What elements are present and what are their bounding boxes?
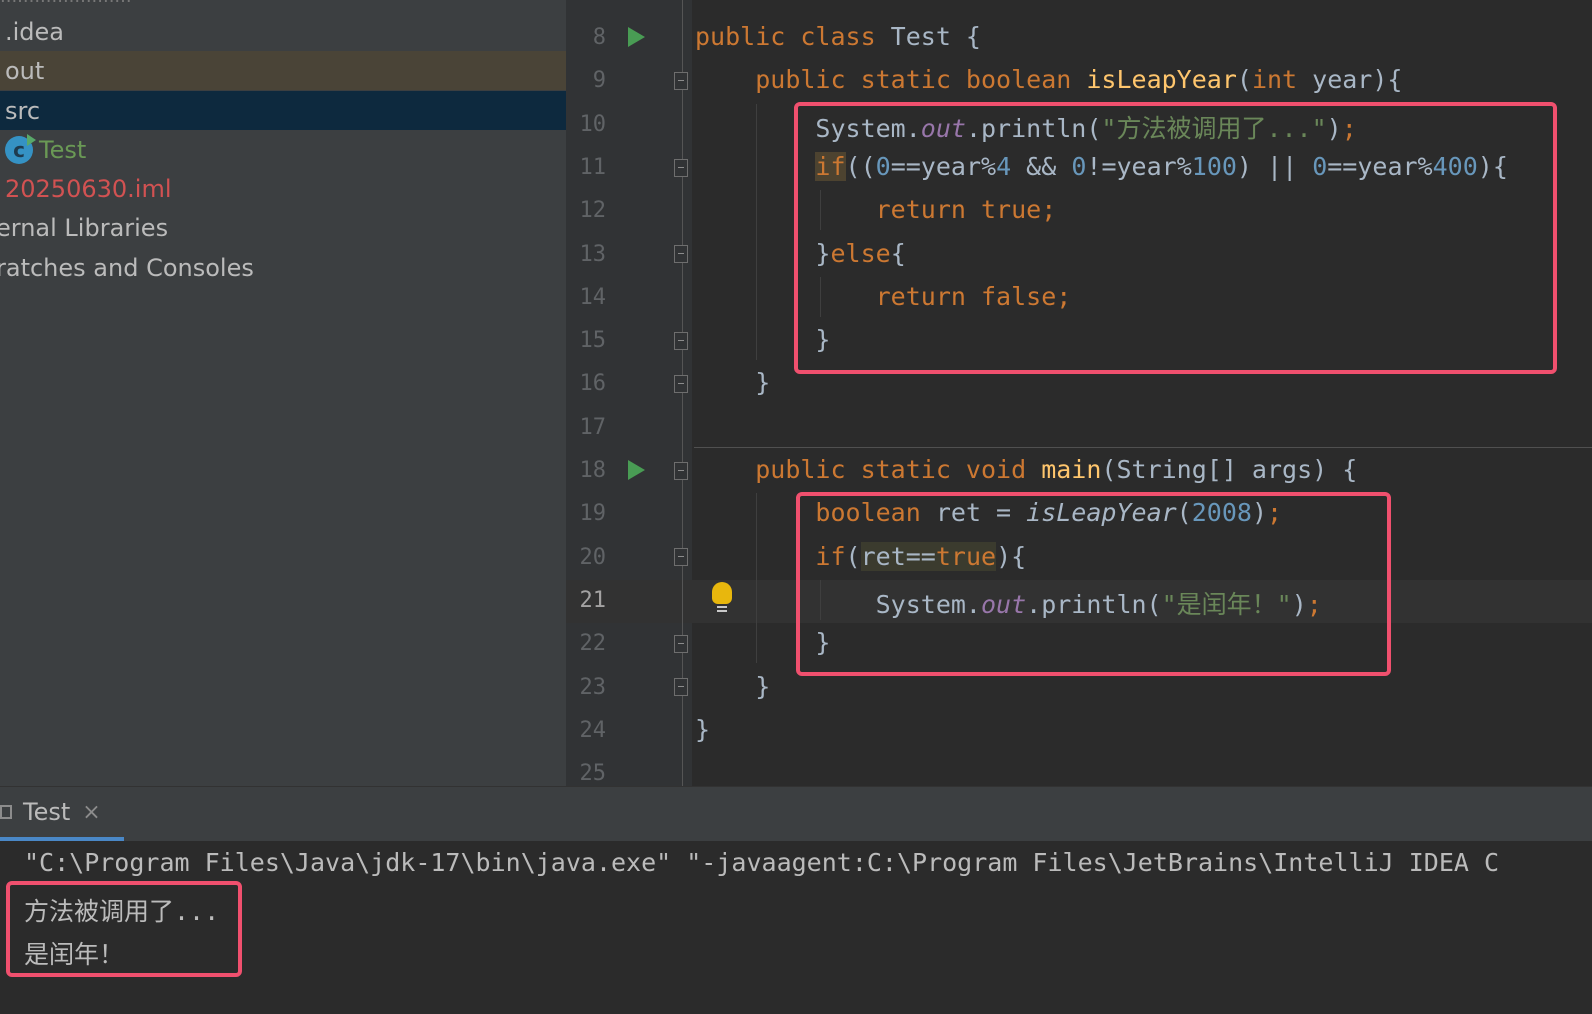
code-text: } — [695, 368, 770, 397]
line-number: 8 — [592, 25, 606, 50]
code-text: public class Test { — [695, 22, 981, 51]
line-number: 19 — [579, 501, 607, 527]
fold-icon[interactable] — [674, 678, 688, 696]
tree-item-label: Test — [39, 135, 87, 164]
line-number: 20 — [579, 544, 607, 570]
code-token: public static boolean — [755, 65, 1087, 95]
run-class-icon[interactable] — [628, 27, 645, 47]
fold-icon[interactable] — [674, 159, 688, 177]
tree-item-iml[interactable]: 20250630.iml — [0, 169, 566, 208]
java-class-icon: c — [5, 133, 36, 164]
line-number: 12 — [579, 198, 607, 224]
code-token: Test { — [890, 22, 981, 51]
annotation-box-output — [6, 881, 242, 977]
console-icon — [0, 805, 12, 819]
tree-item-label: out — [5, 56, 45, 85]
lightbulb-icon[interactable] — [712, 582, 732, 612]
line-number: 17 — [579, 414, 607, 440]
code-text: public static void main(String[] args) { — [695, 455, 1357, 484]
line-number: 23 — [579, 674, 607, 700]
code-token: main — [1041, 455, 1102, 484]
line-number: 9 — [592, 68, 606, 94]
tree-item-scratches[interactable]: ratches and Consoles — [0, 248, 566, 287]
code-token: } — [695, 368, 771, 398]
tree-item-test-class[interactable]: c Test — [0, 130, 566, 169]
tree-item-label: 20250630.iml — [5, 174, 172, 203]
code-line[interactable]: 17 — [566, 407, 1592, 450]
code-token: ( — [1236, 65, 1252, 95]
fold-icon[interactable] — [674, 375, 688, 393]
tree-item-out[interactable]: out — [0, 51, 566, 90]
line-number: 18 — [579, 458, 607, 483]
project-tool-window: ....................... .idea out src c … — [0, 0, 566, 786]
fold-icon[interactable] — [674, 245, 688, 263]
line-number: 25 — [579, 761, 607, 786]
code-line[interactable]: 18 public static void main(String[] args… — [566, 450, 1592, 493]
fold-icon[interactable] — [674, 548, 688, 566]
tree-item-src[interactable]: src — [0, 91, 566, 130]
line-number: 22 — [579, 631, 607, 657]
fold-icon[interactable] — [674, 462, 688, 480]
fold-icon[interactable] — [674, 72, 688, 90]
code-token: } — [695, 671, 771, 701]
line-number: 24 — [579, 717, 607, 743]
code-line[interactable]: 25 — [566, 753, 1592, 786]
run-main-icon[interactable] — [628, 460, 645, 480]
code-token: year){ — [1312, 65, 1403, 95]
code-token: public class — [695, 22, 891, 51]
tree-item-label: .idea — [5, 17, 65, 46]
code-token: (String[] args) { — [1101, 455, 1358, 484]
code-token: isLeapYear — [1086, 65, 1237, 95]
tree-item-label: ernal Libraries — [0, 213, 169, 242]
line-number: 21 — [579, 587, 607, 613]
code-text: public static boolean isLeapYear(int yea… — [695, 65, 1402, 94]
tree-item-label: ratches and Consoles — [0, 253, 254, 282]
annotation-box-main-body — [796, 492, 1391, 676]
close-icon[interactable]: × — [82, 800, 100, 825]
tab-label: Test — [23, 798, 71, 826]
code-editor[interactable]: 8 public class Test { 9 public static bool… — [566, 0, 1592, 786]
console-command-line: "C:\Program Files\Java\jdk-17\bin\java.e… — [24, 848, 1500, 877]
line-number: 13 — [579, 241, 607, 267]
tree-item-idea[interactable]: .idea — [0, 12, 566, 51]
code-line[interactable]: 8 public class Test { — [566, 17, 1592, 60]
code-token: public static void — [755, 455, 1042, 484]
code-line[interactable]: 24} — [566, 710, 1592, 753]
run-tab-bar: Test × — [0, 786, 1592, 841]
code-text: } — [695, 672, 770, 701]
tree-item-external-libraries[interactable]: ernal Libraries — [0, 208, 566, 247]
fold-icon[interactable] — [674, 635, 688, 653]
code-token: } — [695, 714, 711, 744]
line-number: 15 — [579, 328, 607, 354]
line-number: 11 — [579, 154, 607, 180]
fold-icon[interactable] — [674, 332, 688, 350]
code-line[interactable]: 9 public static boolean isLeapYear(int y… — [566, 60, 1592, 103]
line-number: 14 — [579, 284, 607, 310]
tree-clipped-row: ....................... — [0, 0, 360, 6]
line-number: 16 — [579, 371, 607, 397]
line-number: 10 — [579, 111, 607, 137]
code-text: } — [695, 715, 710, 744]
tree-item-label: src — [5, 96, 41, 125]
run-tool-window: Test × "C:\Program Files\Java\jdk-17\bin… — [0, 786, 1592, 1014]
code-token: int — [1251, 65, 1313, 95]
tab-test[interactable]: Test × — [0, 787, 124, 841]
annotation-box-method-body — [794, 102, 1557, 374]
